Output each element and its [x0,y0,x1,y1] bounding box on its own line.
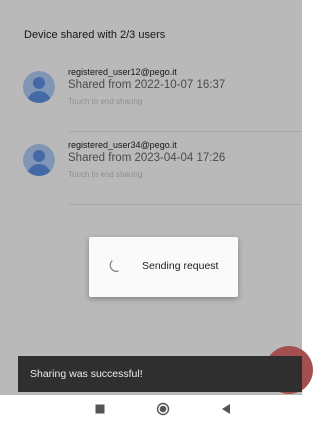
progress-dialog: Sending request [89,237,238,297]
home-button[interactable] [143,395,183,422]
recent-apps-icon [95,404,105,413]
snackbar-message: Sharing was successful! [30,368,143,380]
back-icon [222,403,230,414]
back-button[interactable] [206,395,246,422]
modal-scrim [0,0,302,395]
snackbar: Sharing was successful! [18,356,302,392]
recent-apps-button[interactable] [80,395,120,422]
system-navigation-bar [0,395,302,422]
dialog-message: Sending request [142,260,219,272]
home-icon [156,402,170,415]
spinner-icon [109,260,119,272]
